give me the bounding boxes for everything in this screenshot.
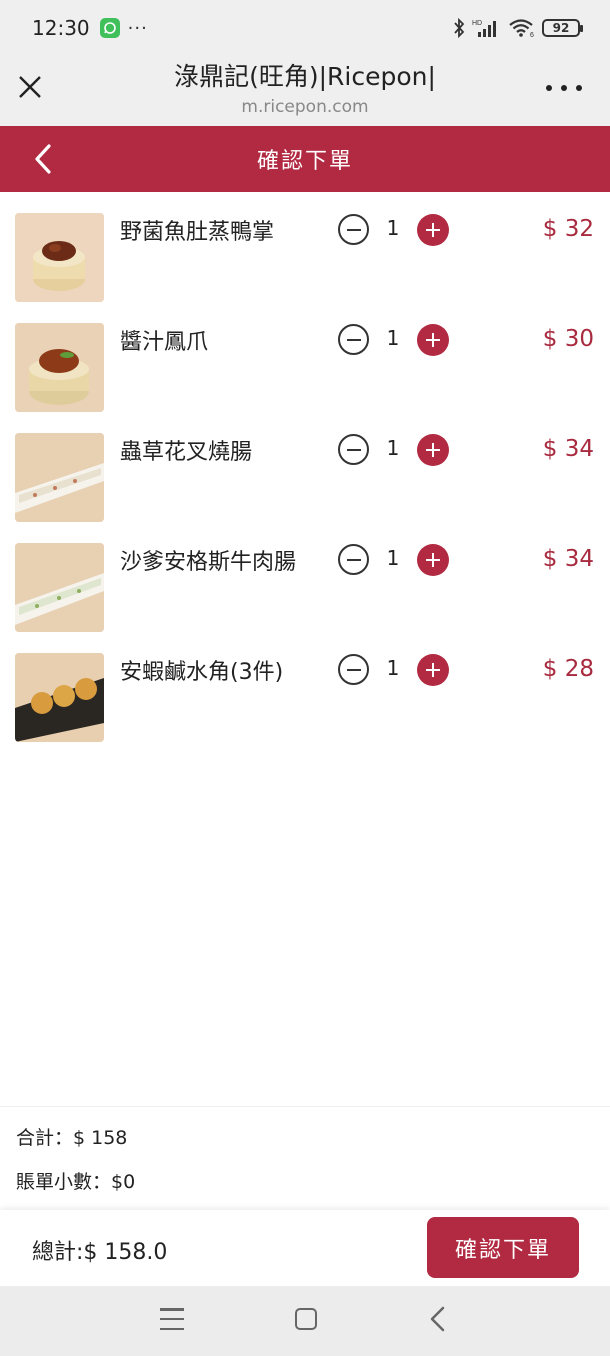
signal-icon: HD [472,20,496,37]
order-item-list: 野菌魚肚蒸鴨掌 1 $ 32 醬汁鳳爪 1 $ 30 蟲草花叉燒腸 1 $ 34… [0,192,610,742]
recent-apps-button[interactable] [160,1308,184,1330]
battery-icon: 92 [542,19,583,37]
hd-label: HD [472,20,482,27]
whatsapp-icon [99,18,120,38]
decrease-quantity-button[interactable] [338,654,369,685]
item-price: $ 32 [542,216,594,242]
order-item: 安蝦鹹水角(3件) 1 $ 28 [0,632,610,742]
increase-quantity-button[interactable] [417,654,449,686]
order-item: 沙爹安格斯牛肉腸 1 $ 34 [0,522,610,632]
status-more-icon: ··· [127,17,148,39]
decrease-quantity-button[interactable] [338,324,369,355]
dot-icon [561,85,567,91]
back-nav-button[interactable] [428,1306,448,1332]
menu-line-icon [160,1317,184,1321]
item-name: 蟲草花叉燒腸 [120,440,253,465]
food-image [15,433,104,522]
item-name: 沙爹安格斯牛肉腸 [120,550,297,575]
bluetooth-icon [454,18,465,38]
food-image [15,213,104,302]
item-name: 醬汁鳳爪 [120,330,209,355]
status-right: HD 6 92 [452,18,583,38]
order-item: 蟲草花叉燒腸 1 $ 34 [0,412,610,522]
close-button[interactable] [14,71,46,103]
browser-title: 淥鼎記(旺角)|Ricepon| [174,62,436,91]
system-navigation-bar [0,1286,610,1356]
decrease-quantity-button[interactable] [338,214,369,245]
confirm-order-button[interactable]: 確認下單 [427,1217,579,1278]
close-icon [19,76,41,98]
item-quantity: 1 [386,656,400,680]
food-image [15,543,104,632]
item-name: 野菌魚肚蒸鴨掌 [120,220,275,245]
dot-icon [546,85,552,91]
browser-title-block: 淥鼎記(旺角)|Ricepon| m.ricepon.com [90,60,520,118]
battery-level: 92 [552,21,570,35]
item-quantity: 1 [386,216,400,240]
grand-total: 總計:$ 158.0 [32,1240,168,1265]
checkout-bar: 總計:$ 158.0 確認下單 [0,1210,610,1286]
menu-line-icon [160,1308,184,1311]
item-price: $ 30 [542,326,594,352]
order-summary: 合計：$ 158 賬單小數：$0 [0,1106,610,1210]
bill-rounding: 賬單小數：$0 [16,1171,136,1193]
item-price: $ 34 [542,436,594,462]
item-price: $ 34 [542,546,594,572]
dot-icon [576,85,582,91]
food-image [15,323,104,412]
item-name: 安蝦鹹水角(3件) [120,660,284,685]
order-item: 野菌魚肚蒸鴨掌 1 $ 32 [0,192,610,302]
subtotal: 合計：$ 158 [16,1127,128,1149]
status-time: 12:30 [32,16,90,40]
browser-header: 淥鼎記(旺角)|Ricepon| m.ricepon.com [0,56,610,126]
increase-quantity-button[interactable] [417,434,449,466]
page-title: 確認下單 [256,149,353,174]
status-bar: 12:30 ··· HD 6 92 [0,0,610,56]
browser-url: m.ricepon.com [241,97,369,117]
decrease-quantity-button[interactable] [338,434,369,465]
increase-quantity-button[interactable] [417,544,449,576]
chevron-left-icon [35,144,51,174]
wifi-sub-label: 6 [530,32,534,38]
app-header: 確認下單 [0,126,610,192]
more-options-button[interactable] [546,76,582,100]
item-quantity: 1 [386,436,400,460]
wifi-icon: 6 [509,19,534,38]
increase-quantity-button[interactable] [417,214,449,246]
back-button[interactable] [26,140,60,178]
increase-quantity-button[interactable] [417,324,449,356]
item-quantity: 1 [386,326,400,350]
item-price: $ 28 [542,656,594,682]
food-image [15,653,104,742]
item-quantity: 1 [386,546,400,570]
menu-line-icon [160,1327,184,1330]
home-button[interactable] [295,1308,317,1330]
decrease-quantity-button[interactable] [338,544,369,575]
order-item: 醬汁鳳爪 1 $ 30 [0,302,610,412]
